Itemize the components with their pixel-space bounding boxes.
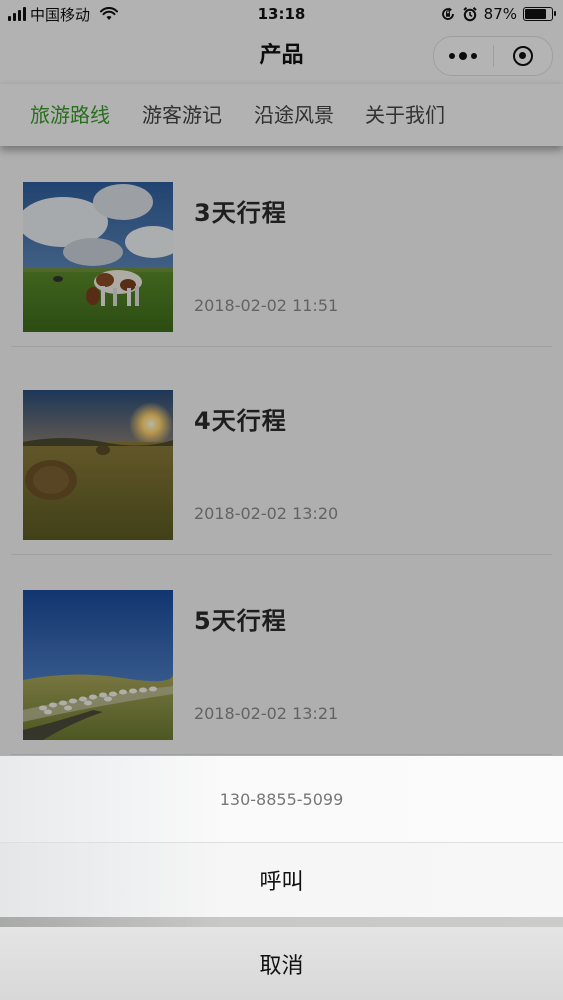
phone-number-label: 130-8855-5099 — [0, 756, 563, 843]
action-sheet: 130-8855-5099 呼叫 取消 — [0, 756, 563, 1000]
action-sheet-gap — [0, 917, 563, 927]
cancel-button[interactable]: 取消 — [0, 927, 563, 1000]
call-button[interactable]: 呼叫 — [0, 843, 563, 917]
